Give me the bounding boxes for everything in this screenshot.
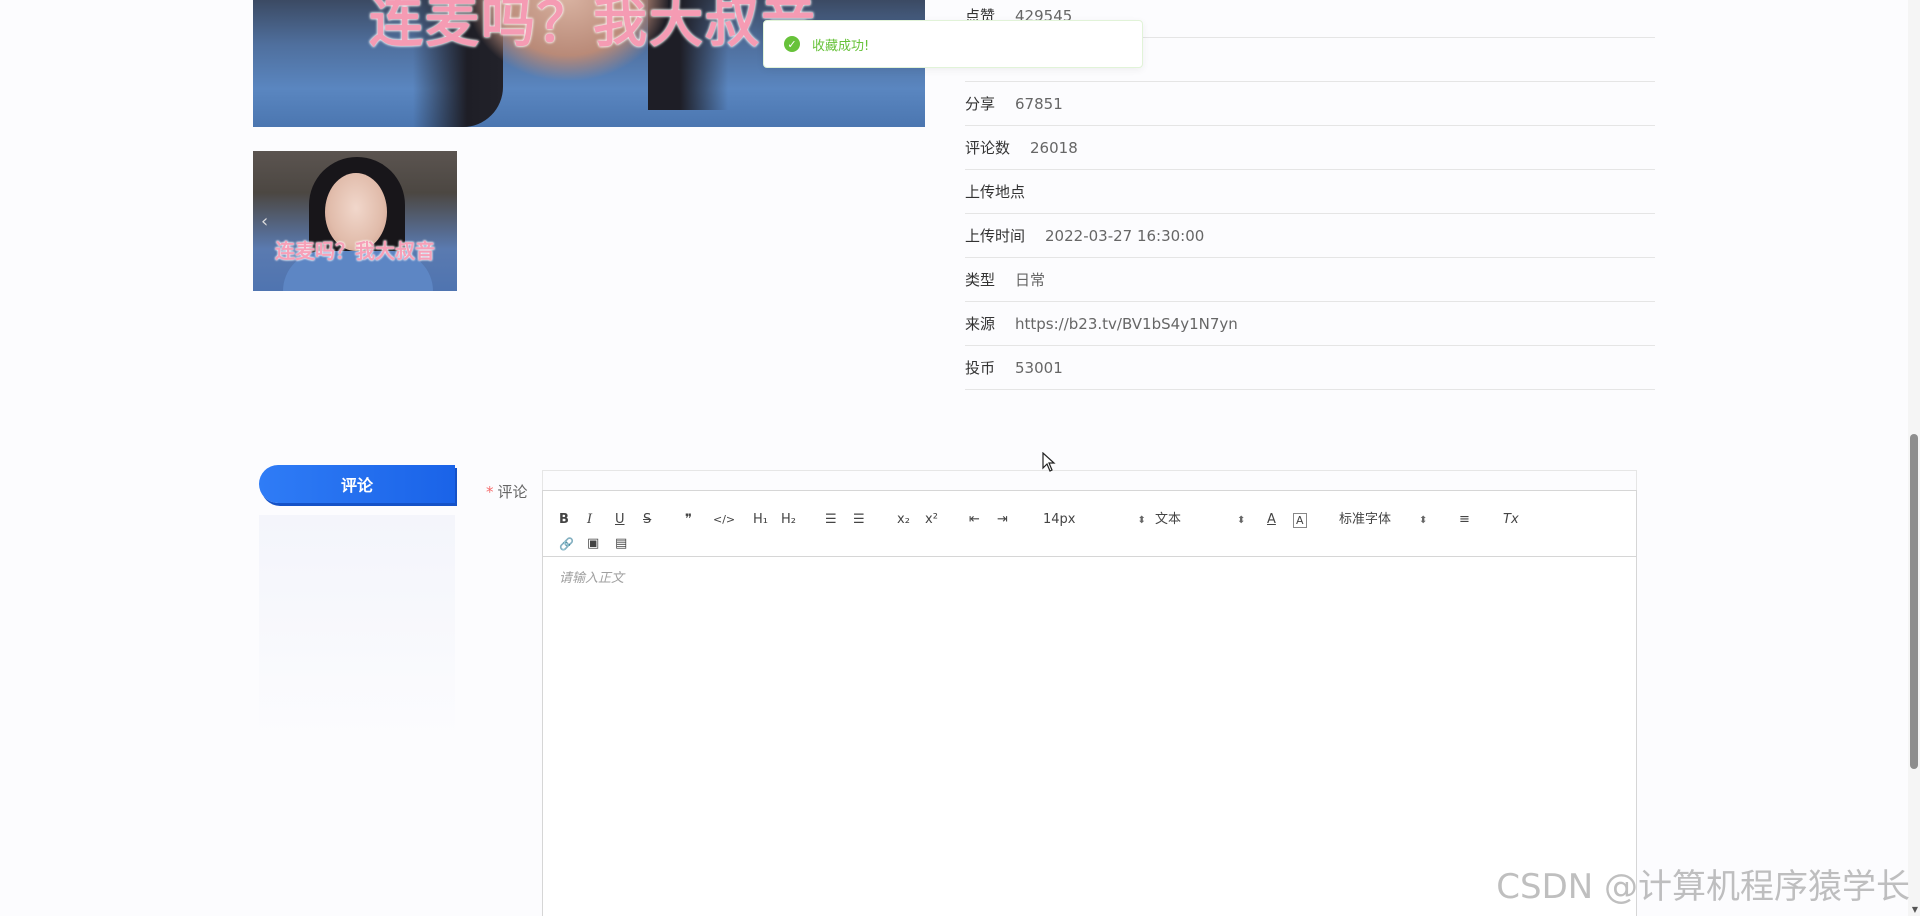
link-icon[interactable]: 🔗 — [559, 535, 574, 553]
scroll-down-icon[interactable]: ▼ — [1912, 905, 1918, 914]
image-icon[interactable]: ▣ — [587, 535, 599, 553]
heading1-button[interactable]: H₁ — [753, 511, 768, 529]
ordered-list-button[interactable]: ☰ — [825, 511, 837, 529]
editor-placeholder: 请输入正文 — [559, 571, 625, 586]
italic-button[interactable]: I — [587, 511, 592, 529]
info-row-source: 来源 https://b23.tv/BV1bS4y1N7yn — [965, 302, 1655, 346]
cover-thumbnail[interactable]: 连麦吗？我大叔音 ‹ — [253, 151, 457, 291]
info-row-type: 类型 日常 — [965, 258, 1655, 302]
font-family-select[interactable]: 标准字体 ⬍ — [1339, 511, 1427, 530]
blockquote-button[interactable]: ❞ — [685, 511, 692, 529]
check-circle-icon: ✓ — [784, 36, 800, 52]
select-caret-icon: ⬍ — [1419, 515, 1428, 526]
comment-side-panel — [259, 515, 455, 745]
strike-button[interactable]: S — [643, 511, 651, 529]
info-row-coins: 投币 53001 — [965, 346, 1655, 390]
chevron-left-icon[interactable]: ‹ — [261, 211, 268, 232]
info-row-upload-time: 上传时间 2022-03-27 16:30:00 — [965, 214, 1655, 258]
scrollbar-thumb[interactable] — [1910, 434, 1918, 769]
comment-tab-button[interactable]: 评论 — [259, 465, 455, 503]
info-row-shares: 分享 67851 — [965, 82, 1655, 126]
select-caret-icon: ⬍ — [1137, 515, 1146, 526]
clear-format-button[interactable]: Tx — [1503, 511, 1519, 529]
required-mark: * — [486, 483, 494, 501]
page-scrollbar[interactable]: ▼ — [1908, 0, 1920, 916]
thumbnail-caption: 连麦吗？我大叔音 — [275, 239, 435, 263]
rich-text-editor[interactable]: B I U S ❞ </> H₁ H₂ ☰ ☰ x₂ x² ⇤ ⇥ 14px ⬍ … — [542, 490, 1637, 916]
background-color-icon[interactable]: A — [1293, 513, 1307, 528]
info-row-comment-count: 评论数 26018 — [965, 126, 1655, 170]
bullet-list-button[interactable]: ☰ — [853, 511, 865, 529]
editor-content-area[interactable]: 请输入正文 — [543, 557, 1636, 596]
font-size-select[interactable]: 14px ⬍ — [1043, 511, 1146, 530]
underline-button[interactable]: U — [615, 511, 625, 529]
heading2-button[interactable]: H₂ — [781, 511, 796, 529]
watermark: CSDN @计算机程序猿学长 — [1496, 867, 1910, 907]
editor-toolbar: B I U S ❞ </> H₁ H₂ ☰ ☰ x₂ x² ⇤ ⇥ 14px ⬍ … — [543, 491, 1636, 557]
toast-message: 收藏成功! — [812, 38, 870, 54]
select-caret-icon: ⬍ — [1237, 515, 1246, 526]
code-block-button[interactable]: </> — [713, 511, 735, 529]
comment-field-label: * 评论 — [486, 483, 528, 501]
indent-button[interactable]: ⇥ — [997, 511, 1008, 529]
bold-button[interactable]: B — [559, 511, 569, 529]
outdent-button[interactable]: ⇤ — [969, 511, 980, 529]
success-toast: ✓ 收藏成功! — [763, 20, 1143, 68]
align-button[interactable]: ≡ — [1459, 511, 1470, 529]
superscript-button[interactable]: x² — [925, 511, 938, 529]
subscript-button[interactable]: x₂ — [897, 511, 910, 529]
text-color-icon[interactable]: A — [1267, 511, 1276, 529]
video-icon[interactable]: ▤ — [615, 535, 627, 553]
info-row-upload-location: 上传地点 — [965, 170, 1655, 214]
block-format-select[interactable]: 文本 ⬍ — [1155, 511, 1245, 530]
editor-top-border — [542, 470, 1637, 490]
